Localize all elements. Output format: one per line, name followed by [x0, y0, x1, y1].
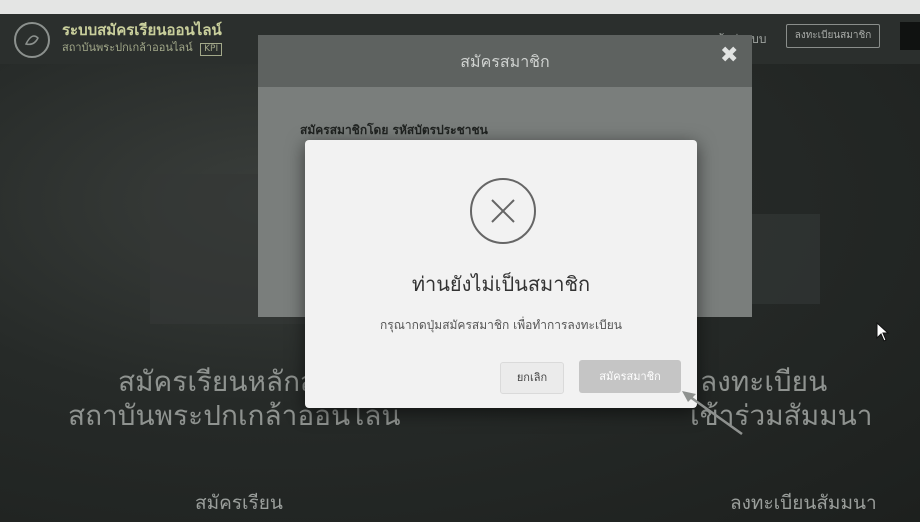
site-subtitle: สถาบันพระปกเกล้าออนไลน์ KPI [62, 38, 223, 56]
register-seminar-link[interactable]: ลงทะเบียนสัมมนา [730, 488, 877, 518]
site-subtitle-text: สถาบันพระปกเกล้าออนไลน์ [62, 41, 193, 54]
alert-message: กรุณากดปุ่มสมัครสมาชิก เพื่อทำการลงทะเบี… [380, 318, 622, 332]
logo-mark [24, 35, 39, 46]
site-badge: KPI [200, 43, 223, 56]
close-icon[interactable]: ✖ [720, 43, 738, 68]
register-member-button[interactable]: ลงทะเบียนสมาชิก [786, 24, 880, 48]
logo-icon[interactable] [14, 22, 50, 58]
register-button[interactable]: สมัครสมาชิก [579, 360, 681, 393]
mouse-cursor-icon [876, 322, 890, 342]
menu-toggle[interactable] [900, 22, 920, 50]
x-circle-icon [470, 178, 536, 244]
not-member-alert: ท่านยังไม่เป็นสมาชิก กรุณากดปุ่มสมัครสมา… [305, 140, 697, 408]
alert-title: ท่านยังไม่เป็นสมาชิก [411, 272, 591, 296]
apply-course-link[interactable]: สมัครเรียน [195, 488, 283, 518]
hero-photo-right [740, 214, 820, 304]
annotation-arrow-icon [682, 391, 743, 436]
cancel-button[interactable]: ยกเลิก [500, 362, 564, 394]
register-modal-subtitle: สมัครสมาชิกโดย รหัสบัตรประชาชน [300, 123, 488, 137]
register-modal-title: สมัครสมาชิก [460, 52, 550, 71]
register-modal-header: สมัครสมาชิก ✖ [258, 35, 752, 87]
photo-border [0, 0, 920, 14]
